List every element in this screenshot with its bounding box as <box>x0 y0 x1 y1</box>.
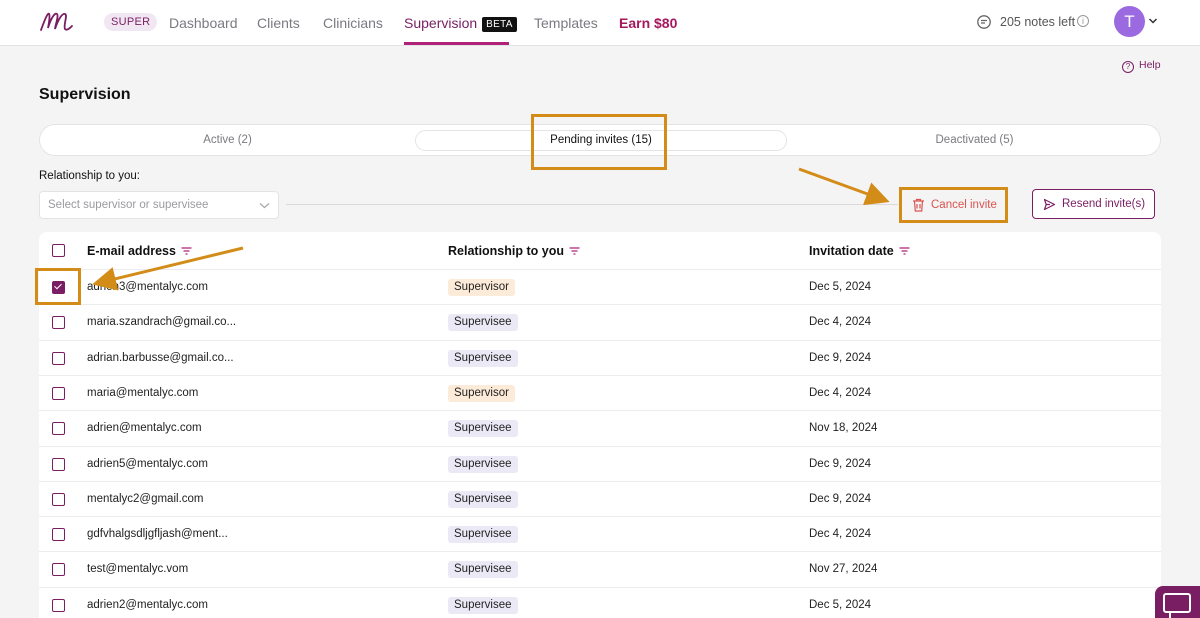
table-row[interactable]: test@mentalyc.vom Supervisee Nov 27, 2024 <box>39 551 1161 586</box>
chevron-down-icon <box>259 203 270 209</box>
nav-templates[interactable]: Templates <box>534 15 598 31</box>
tab-active[interactable]: Active (2) <box>40 125 415 155</box>
row-checkbox[interactable] <box>52 492 65 506</box>
help-icon: ? <box>1122 61 1134 73</box>
table-row[interactable]: adrien@mentalyc.com Supervisee Nov 18, 202… <box>39 410 1161 445</box>
relationship-select-placeholder: Select supervisor or supervisee <box>48 199 209 211</box>
relationship-badge: Supervisee <box>448 490 518 508</box>
email-cell: maria.szandrach@gmail.co... <box>87 316 237 329</box>
email-cell: test@mentalyc.vom <box>87 563 189 576</box>
email-cell: adrien5@mentalyc.com <box>87 457 208 470</box>
relationship-badge: Supervisee <box>448 420 518 438</box>
user-avatar[interactable]: T <box>1114 6 1145 37</box>
highlight-row-checkbox <box>35 268 81 305</box>
relationship-badge: Supervisee <box>448 455 518 473</box>
email-cell: adrien@mentalyc.com <box>87 422 202 435</box>
invitation-date-cell: Dec 4, 2024 <box>809 386 872 399</box>
nav-supervision-label: Supervision <box>404 15 478 31</box>
row-checkbox[interactable] <box>52 316 65 330</box>
column-header-email-label: E-mail address <box>87 244 176 258</box>
nav-dashboard[interactable]: Dashboard <box>169 15 238 31</box>
row-checkbox[interactable] <box>52 457 65 471</box>
invitation-date-cell: Dec 4, 2024 <box>809 316 872 329</box>
top-navigation: SUPER Dashboard Clients Clinicians Super… <box>0 0 1200 46</box>
column-header-date-label: Invitation date <box>809 244 894 258</box>
chat-widget-button[interactable] <box>1155 586 1200 618</box>
table-row[interactable]: adrien2@mentalyc.com Supervisee Dec 5, 202… <box>39 586 1161 618</box>
help-link[interactable]: ? Help <box>1122 59 1161 73</box>
relationship-badge: Supervisee <box>448 561 518 579</box>
invitation-date-cell: Nov 18, 2024 <box>809 422 878 435</box>
invitation-date-cell: Dec 9, 2024 <box>809 457 872 470</box>
chevron-down-icon[interactable] <box>1148 16 1158 26</box>
relationship-filter-label: Relationship to you: <box>39 170 141 182</box>
email-cell: adrien3@mentalyc.com <box>87 281 208 293</box>
email-cell: adrien2@mentalyc.com <box>87 598 208 611</box>
mentalyc-logo[interactable] <box>38 8 74 36</box>
column-header-relationship-label: Relationship to you <box>448 244 564 258</box>
row-checkbox[interactable] <box>52 528 65 542</box>
invitation-date-cell: Dec 9, 2024 <box>809 351 872 364</box>
invitation-date-cell: Dec 5, 2024 <box>809 598 872 611</box>
send-icon <box>1043 198 1056 211</box>
nav-earn[interactable]: Earn $80 <box>619 15 677 31</box>
table-row[interactable]: mentalyc2@gmail.com Supervisee Dec 9, 2024 <box>39 480 1161 516</box>
table-row[interactable]: maria@mentalyc.com Supervisor Dec 4, 2024 <box>39 374 1161 410</box>
relationship-badge: Supervisee <box>448 349 518 367</box>
info-icon[interactable]: i <box>1077 15 1089 27</box>
highlight-cancel-invite <box>899 187 1008 223</box>
help-label: Help <box>1139 59 1161 71</box>
filter-divider <box>286 204 898 205</box>
invitation-date-cell: Dec 9, 2024 <box>809 492 872 505</box>
table-row[interactable]: gdfvhalgsdljgfljash@ment... Supervisee Dec… <box>39 516 1161 551</box>
invitation-date-cell: Nov 27, 2024 <box>809 563 878 576</box>
relationship-badge: Supervisee <box>448 596 518 614</box>
column-header-date[interactable]: Invitation date <box>809 244 910 258</box>
relationship-badge: Supervisor <box>448 384 515 402</box>
column-header-email[interactable]: E-mail address <box>87 244 192 258</box>
select-all-checkbox[interactable] <box>52 244 65 257</box>
invitation-date-cell: Dec 4, 2024 <box>809 528 872 541</box>
nav-clinicians[interactable]: Clinicians <box>323 15 383 31</box>
relationship-badge: Supervisor <box>448 279 515 296</box>
email-cell: adrian.barbusse@gmail.co... <box>87 351 234 364</box>
relationship-badge: Supervisee <box>448 314 518 332</box>
email-cell: maria@mentalyc.com <box>87 386 199 399</box>
invitation-date-cell: Dec 5, 2024 <box>809 281 872 293</box>
filter-icon[interactable] <box>899 247 910 255</box>
relationship-badge: Supervisee <box>448 526 518 544</box>
email-cell: gdfvhalgsdljgfljash@ment... <box>87 528 228 541</box>
relationship-select[interactable]: Select supervisor or supervisee <box>39 191 279 219</box>
plan-badge: SUPER <box>104 13 158 31</box>
nav-supervision[interactable]: Supervision BETA <box>404 15 517 32</box>
notes-left: 205 notes left <box>1000 15 1076 29</box>
row-checkbox[interactable] <box>52 598 65 612</box>
invites-table: E-mail address Relationship to you Invit… <box>39 232 1161 618</box>
resend-invites-label: Resend invite(s) <box>1062 198 1146 210</box>
notes-credit-icon <box>977 15 991 29</box>
row-checkbox[interactable] <box>52 351 65 365</box>
resend-invites-button[interactable]: Resend invite(s) <box>1032 189 1155 219</box>
filter-icon[interactable] <box>181 247 192 255</box>
active-nav-indicator <box>404 42 509 45</box>
table-row[interactable]: adrian.barbusse@gmail.co... Supervisee Dec… <box>39 339 1161 375</box>
row-checkbox[interactable] <box>52 386 65 400</box>
beta-badge: BETA <box>482 17 517 32</box>
table-row[interactable]: maria.szandrach@gmail.co... Supervisee Dec… <box>39 304 1161 339</box>
column-header-relationship[interactable]: Relationship to you <box>448 244 580 258</box>
chat-icon <box>1163 593 1191 618</box>
nav-clients[interactable]: Clients <box>257 15 300 31</box>
filter-icon[interactable] <box>569 247 580 255</box>
tab-deactivated[interactable]: Deactivated (5) <box>787 125 1162 155</box>
row-checkbox[interactable] <box>52 422 65 436</box>
table-row[interactable]: adrien3@mentalyc.com Supervisor Dec 5, 202… <box>39 269 1161 304</box>
table-row[interactable]: adrien5@mentalyc.com Supervisee Dec 9, 202… <box>39 445 1161 481</box>
arrow-to-cancel <box>798 167 890 206</box>
highlight-pending-tab <box>531 114 667 170</box>
row-checkbox[interactable] <box>52 563 65 577</box>
email-cell: mentalyc2@gmail.com <box>87 492 204 505</box>
page-title: Supervision <box>39 86 131 103</box>
